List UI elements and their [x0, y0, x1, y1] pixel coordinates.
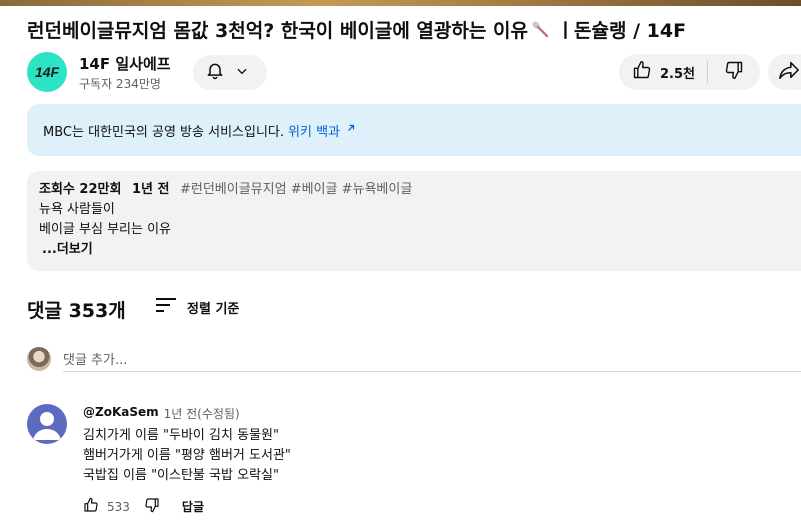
info-panel: MBC는 대한민국의 공영 방송 서비스입니다. 위키 백과 — [27, 104, 801, 156]
comment-meta: @ZoKaSem 1년 전(수정됨) — [83, 405, 240, 422]
sort-label: 정렬 기준 — [187, 301, 240, 317]
upload-age: 1년 전 — [131, 182, 170, 197]
hashtags[interactable]: #런던베이글뮤지엄 #베이글 #뉴욕베이글 — [180, 182, 412, 197]
info-panel-text: MBC는 대한민국의 공영 방송 서비스입니다. — [43, 124, 285, 140]
view-count: 조회수 22만회 — [39, 182, 122, 197]
comments-count: 댓글 353개 — [27, 300, 126, 322]
comment-line: 햄버거가게 이름 "평양 햄버거 도서관" — [83, 448, 291, 463]
share-button[interactable] — [768, 54, 801, 90]
channel-avatar[interactable]: 14F — [27, 52, 67, 92]
reply-button[interactable]: 답글 — [182, 498, 204, 515]
description-line: 뉴욕 사람들이 — [39, 202, 115, 217]
comment-like-count: 533 — [107, 499, 130, 514]
comment-like-button[interactable] — [83, 497, 99, 516]
comment-line: 국밥집 이름 "이스탄불 국밥 오락실" — [83, 468, 279, 483]
comment-author[interactable]: @ZoKaSem — [83, 405, 159, 422]
description-meta: 조회수 22만회 1년 전 #런던베이글뮤지엄 #베이글 #뉴욕베이글 — [39, 180, 801, 200]
notification-bell-button[interactable] — [193, 55, 267, 90]
like-dislike-group: 2.5천 — [619, 54, 760, 90]
description-box[interactable]: 조회수 22만회 1년 전 #런던베이글뮤지엄 #베이글 #뉴욕베이글 뉴욕 사… — [27, 171, 801, 271]
video-player-bottom-edge — [0, 0, 801, 6]
comment-time[interactable]: 1년 전(수정됨) — [164, 405, 240, 422]
commenter-avatar[interactable] — [27, 404, 67, 444]
spoon-icon — [530, 19, 550, 44]
subscriber-count: 구독자 234만명 — [79, 77, 161, 91]
channel-logo-text: 14F — [34, 64, 60, 80]
comment-body: 김치가게 이름 "두바이 김치 동물원" 햄버거가게 이름 "평양 햄버거 도서… — [83, 426, 291, 486]
comment-dislike-button[interactable] — [144, 497, 160, 516]
sort-button[interactable]: 정렬 기준 — [155, 296, 239, 318]
chevron-down-icon — [235, 63, 249, 82]
thumb-up-icon — [632, 60, 652, 84]
add-comment-input[interactable]: 댓글 추가... — [63, 345, 801, 372]
video-title: 런던베이글뮤지엄 몸값 3천억? 한국이 베이글에 열광하는 이유 ㅣ돈슐랭 /… — [27, 16, 686, 44]
like-button[interactable]: 2.5천 — [619, 54, 707, 90]
comment-line: 김치가게 이름 "두바이 김치 동물원" — [83, 428, 279, 443]
bell-icon — [205, 61, 225, 85]
external-link-icon — [345, 122, 357, 138]
dislike-button[interactable] — [708, 54, 760, 90]
comments-header: 댓글 353개 — [27, 296, 126, 323]
like-count: 2.5천 — [660, 66, 695, 82]
description-line: 베이글 부심 부리는 이유 — [39, 222, 171, 237]
channel-name[interactable]: 14F 일사에프 — [79, 53, 171, 74]
show-more-button[interactable]: ...더보기 — [42, 240, 801, 260]
wiki-link-label: 위키 백과 — [288, 124, 340, 140]
thumb-down-icon — [724, 60, 744, 84]
comment-actions: 533 답글 — [83, 497, 204, 516]
share-icon — [778, 59, 800, 85]
user-avatar — [27, 347, 51, 371]
video-title-suffix: ㅣ돈슐랭 / 14F — [556, 20, 687, 42]
video-title-main: 런던베이글뮤지엄 몸값 3천억? 한국이 베이글에 열광하는 이유 — [27, 20, 528, 42]
sort-icon — [155, 296, 177, 318]
wiki-link[interactable]: 위키 백과 — [288, 121, 357, 140]
